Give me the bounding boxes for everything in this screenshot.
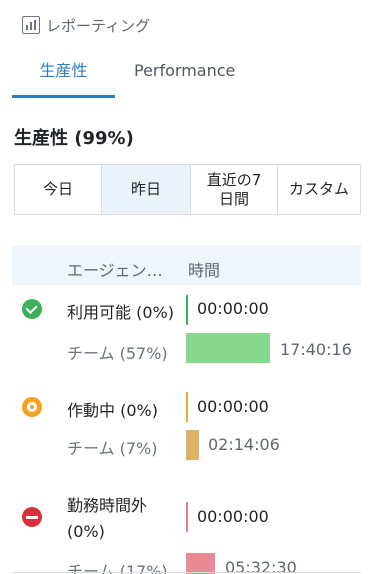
agent-time: 00:00:00: [197, 299, 269, 318]
column-agent-header: エージェン…: [67, 261, 163, 280]
team-label: チーム (7%): [67, 439, 158, 458]
status-label: 利用可能 (0%): [67, 303, 174, 322]
filter-last-7-days-button[interactable]: 直近の7日間: [190, 164, 278, 215]
bar-chart-icon: [22, 16, 40, 34]
filter-today-button[interactable]: 今日: [14, 164, 102, 215]
minus-circle-icon: [22, 507, 42, 527]
column-time-header: 時間: [188, 261, 221, 280]
team-time: 17:40:16: [280, 340, 352, 359]
agent-time-marker: [186, 392, 188, 422]
report-tabs: 生産性 Performance: [12, 58, 361, 98]
agent-time-marker: [186, 295, 188, 325]
table-header: エージェン… 時間: [12, 245, 361, 285]
agent-time: 00:00:00: [197, 507, 269, 526]
page-title: レポーティング: [46, 16, 151, 35]
reporting-header: レポーティング: [22, 14, 150, 36]
section-title: 生産性 (99%): [14, 128, 134, 149]
team-time: 02:14:06: [208, 435, 280, 454]
team-bar: [186, 553, 215, 574]
divider: [12, 572, 361, 573]
tab-productivity[interactable]: 生産性: [12, 58, 115, 98]
agent-time-marker: [186, 502, 188, 532]
busy-circle-icon: [22, 397, 42, 417]
status-label: 勤務時間外: [67, 496, 148, 515]
team-bar: [186, 333, 270, 363]
team-label: チーム (57%): [67, 344, 168, 363]
date-filter-group: 今日 昨日 直近の7日間 カスタム: [14, 164, 361, 215]
check-circle-icon: [22, 299, 42, 319]
filter-yesterday-button[interactable]: 昨日: [101, 164, 191, 215]
agent-time: 00:00:00: [197, 397, 269, 416]
team-bar: [186, 430, 199, 460]
filter-custom-button[interactable]: カスタム: [277, 164, 361, 215]
tab-performance[interactable]: Performance: [134, 58, 235, 98]
status-label: 作動中 (0%): [67, 401, 158, 420]
status-label-line2: (0%): [67, 522, 105, 541]
